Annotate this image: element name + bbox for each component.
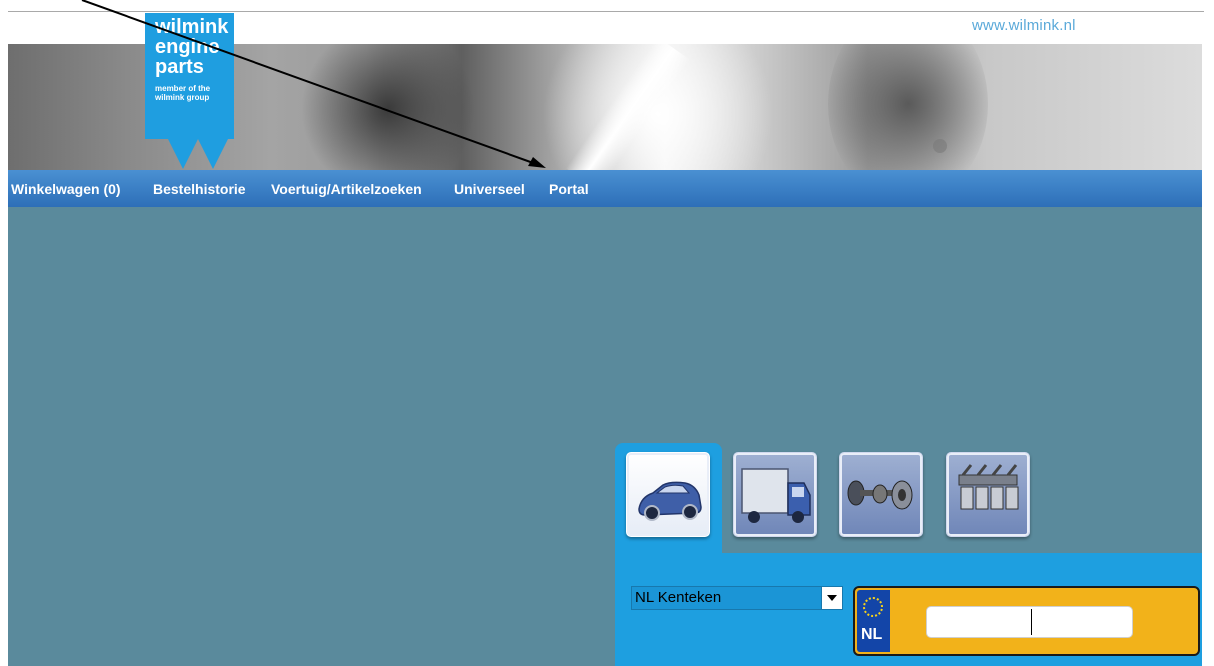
license-plate: NL	[853, 586, 1200, 656]
plate-country-code: NL	[861, 626, 883, 643]
logo-tagline-2: wilmink group	[155, 93, 210, 102]
logo-tagline-1: member of the	[155, 84, 211, 93]
top-divider	[8, 11, 1204, 12]
main-nav: Winkelwagen (0) Bestelhistorie Voertuig/…	[8, 170, 1202, 207]
brand-logo[interactable]: wilmink engine parts member of the wilmi…	[145, 13, 234, 139]
engine-icon	[958, 464, 1019, 510]
car-icon	[638, 481, 702, 521]
tab-truck[interactable]	[733, 452, 817, 537]
nav-universeel[interactable]: Universeel	[454, 181, 525, 197]
logo-line-2: engine	[155, 36, 220, 58]
nav-portal[interactable]: Portal	[549, 181, 589, 197]
nav-bestelhistorie[interactable]: Bestelhistorie	[153, 181, 246, 197]
axle-icon	[847, 480, 913, 510]
tab-engine[interactable]	[946, 452, 1030, 537]
logo-pointer-right	[198, 139, 228, 169]
text-cursor	[1031, 609, 1032, 635]
search-type-select[interactable]: NL Kenteken	[631, 586, 843, 610]
tab-axle[interactable]	[839, 452, 923, 537]
logo-pointer-left	[168, 139, 198, 169]
site-url-link[interactable]: www.wilmink.nl	[972, 17, 1076, 34]
chevron-down-icon[interactable]	[821, 587, 842, 609]
nav-winkelwagen[interactable]: Winkelwagen (0)	[11, 181, 121, 197]
tab-car[interactable]	[626, 452, 710, 537]
nav-voertuig-artikelzoeken[interactable]: Voertuig/Artikelzoeken	[271, 181, 422, 197]
eu-flag-icon: NL	[857, 590, 890, 652]
logo-line-3: parts	[155, 56, 204, 78]
search-type-value: NL Kenteken	[635, 589, 722, 606]
license-plate-input[interactable]	[926, 606, 1133, 638]
truck-icon	[741, 468, 811, 523]
logo-line-1: wilmink	[155, 16, 229, 38]
